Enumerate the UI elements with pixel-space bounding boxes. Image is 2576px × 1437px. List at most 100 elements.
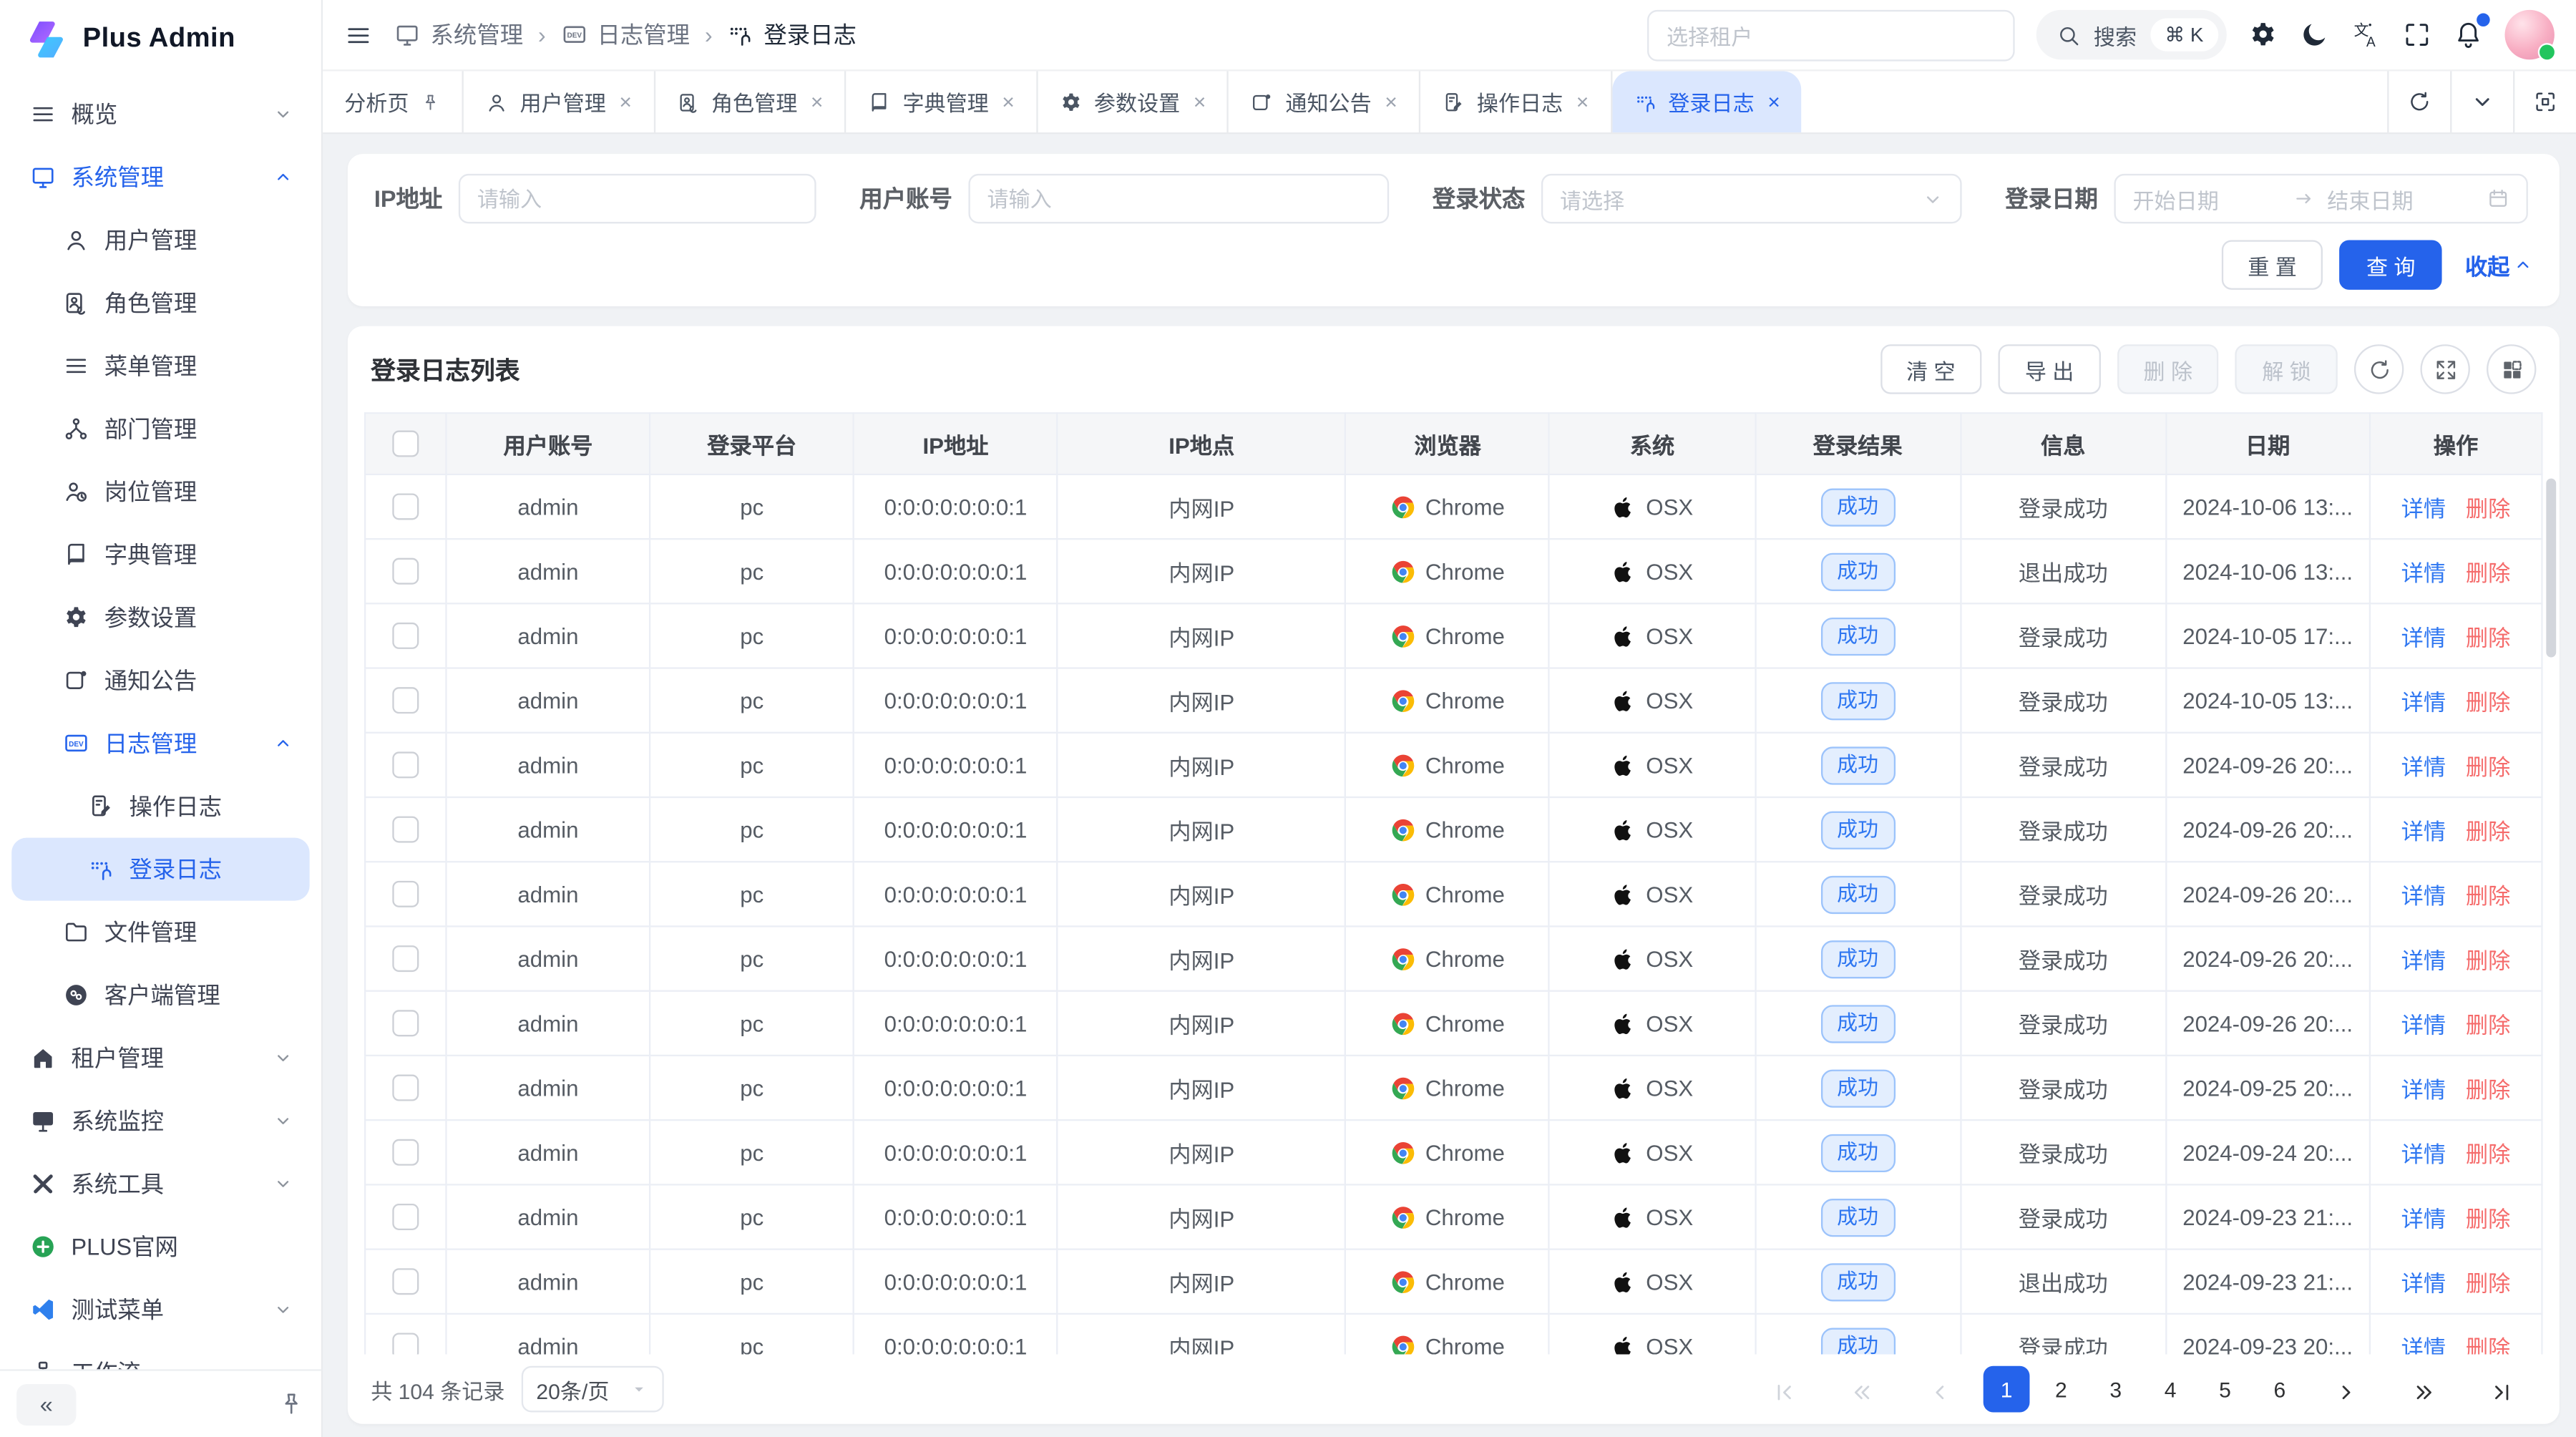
query-button[interactable]: 查 询: [2340, 240, 2442, 289]
detail-link[interactable]: 详情: [2401, 819, 2446, 844]
tab-close-icon[interactable]: ×: [1385, 89, 1397, 115]
page-button-3[interactable]: 3: [2092, 1366, 2139, 1413]
refresh-button[interactable]: [2389, 71, 2452, 132]
unlock-button[interactable]: 解 锁: [2235, 344, 2338, 394]
detail-link[interactable]: 详情: [2401, 1078, 2446, 1103]
detail-link[interactable]: 详情: [2401, 691, 2446, 716]
pager-last-button[interactable]: [2467, 1363, 2536, 1416]
reset-button[interactable]: 重 置: [2221, 240, 2323, 289]
pager-double-next-button[interactable]: [2389, 1363, 2459, 1416]
sidebar-item-dept-management[interactable]: 部门管理: [11, 397, 309, 460]
page-button-2[interactable]: 2: [2038, 1366, 2084, 1413]
tab-close-icon[interactable]: ×: [811, 89, 824, 115]
row-checkbox[interactable]: [392, 752, 419, 779]
sidebar-item-system-monitor[interactable]: 系统监控: [11, 1089, 309, 1152]
page-size-select[interactable]: 20条/页: [522, 1366, 664, 1413]
global-search-button[interactable]: 搜索 ⌘ K: [2036, 10, 2227, 59]
sidebar-item-workflow[interactable]: 工作流: [11, 1341, 309, 1369]
account-input[interactable]: [969, 174, 1390, 223]
delete-link[interactable]: 删除: [2466, 561, 2510, 586]
tab-login-log[interactable]: 登录日志×: [1612, 71, 1802, 132]
sidebar-pin-icon[interactable]: [278, 1390, 305, 1417]
delete-link[interactable]: 删除: [2466, 626, 2510, 651]
delete-link[interactable]: 删除: [2466, 1272, 2510, 1297]
pager-prev-button[interactable]: [1906, 1363, 1975, 1416]
delete-button[interactable]: 删 除: [2117, 344, 2220, 394]
hamburger-menu-icon[interactable]: [344, 21, 372, 49]
breadcrumb-item-log-management[interactable]: DEV日志管理: [561, 18, 690, 51]
row-checkbox[interactable]: [392, 946, 419, 973]
sidebar-item-tenant-management[interactable]: 租户管理: [11, 1026, 309, 1089]
sidebar-item-system-tools[interactable]: 系统工具: [11, 1152, 309, 1215]
brand[interactable]: Plus Admin: [0, 0, 321, 76]
detail-link[interactable]: 详情: [2401, 1013, 2446, 1038]
sidebar-item-plus-site[interactable]: PLUS官网: [11, 1215, 309, 1278]
sidebar-item-test-menu[interactable]: 测试菜单: [11, 1278, 309, 1341]
delete-link[interactable]: 删除: [2466, 949, 2510, 974]
tenant-select[interactable]: 选择租户: [1646, 9, 2014, 61]
row-checkbox[interactable]: [392, 688, 419, 714]
pager-first-button[interactable]: [1750, 1363, 1819, 1416]
pin-icon[interactable]: [421, 92, 441, 112]
tab-close-icon[interactable]: ×: [1194, 89, 1206, 115]
row-checkbox[interactable]: [392, 1333, 419, 1355]
sidebar-item-dict-management[interactable]: 字典管理: [11, 523, 309, 586]
table-grid-button[interactable]: [2487, 344, 2536, 394]
page-button-6[interactable]: 6: [2256, 1366, 2303, 1413]
detail-link[interactable]: 详情: [2401, 1207, 2446, 1232]
row-checkbox[interactable]: [392, 1075, 419, 1101]
table-scrollbar[interactable]: [2546, 479, 2556, 658]
export-button[interactable]: 导 出: [1999, 344, 2101, 394]
date-range-picker[interactable]: 开始日期 结束日期: [2114, 174, 2528, 223]
select-all-checkbox[interactable]: [392, 431, 419, 457]
delete-link[interactable]: 删除: [2466, 1336, 2510, 1354]
delete-link[interactable]: 删除: [2466, 819, 2510, 844]
sidebar-item-param-settings[interactable]: 参数设置: [11, 586, 309, 649]
sidebar-item-login-log[interactable]: 登录日志: [11, 838, 309, 901]
table-refresh-button[interactable]: [2354, 344, 2404, 394]
sidebar-item-file-management[interactable]: 文件管理: [11, 901, 309, 964]
fullscreen-button[interactable]: [2402, 20, 2432, 50]
sidebar-item-log-management[interactable]: DEV日志管理: [11, 712, 309, 775]
row-checkbox[interactable]: [392, 494, 419, 520]
row-checkbox[interactable]: [392, 1010, 419, 1037]
table-expand-button[interactable]: [2420, 344, 2469, 394]
ip-input[interactable]: [459, 174, 816, 223]
detail-link[interactable]: 详情: [2401, 626, 2446, 651]
page-button-5[interactable]: 5: [2202, 1366, 2248, 1413]
sidebar-item-user-management[interactable]: 用户管理: [11, 209, 309, 272]
tab-close-icon[interactable]: ×: [619, 89, 632, 115]
avatar[interactable]: [2504, 10, 2554, 59]
page-button-1[interactable]: 1: [1984, 1366, 2030, 1413]
tab-operation-log[interactable]: 操作日志×: [1420, 71, 1611, 132]
sidebar-item-notice[interactable]: 通知公告: [11, 649, 309, 712]
clear-button[interactable]: 清 空: [1880, 344, 1982, 394]
breadcrumb-item-login-log[interactable]: 登录日志: [727, 18, 856, 51]
tab-analysis[interactable]: 分析页: [323, 71, 464, 132]
tab-notice[interactable]: 通知公告×: [1229, 71, 1420, 132]
pager-double-prev-button[interactable]: [1828, 1363, 1897, 1416]
sidebar-item-operation-log[interactable]: 操作日志: [11, 775, 309, 838]
chevron-down-button[interactable]: [2451, 71, 2514, 132]
detail-link[interactable]: 详情: [2401, 1142, 2446, 1167]
tab-close-icon[interactable]: ×: [1767, 89, 1780, 115]
detail-link[interactable]: 详情: [2401, 1272, 2446, 1297]
detail-link[interactable]: 详情: [2401, 561, 2446, 586]
notifications-button[interactable]: [2454, 20, 2484, 50]
relayout-button[interactable]: [2514, 71, 2576, 132]
delete-link[interactable]: 删除: [2466, 1078, 2510, 1103]
detail-link[interactable]: 详情: [2401, 1336, 2446, 1354]
tab-close-icon[interactable]: ×: [1002, 89, 1015, 115]
gear-button[interactable]: [2248, 20, 2278, 50]
tab-param-settings[interactable]: 参数设置×: [1038, 71, 1229, 132]
delete-link[interactable]: 删除: [2466, 1207, 2510, 1232]
sidebar-item-role-management[interactable]: 角色管理: [11, 271, 309, 334]
tab-close-icon[interactable]: ×: [1576, 89, 1589, 115]
translate-button[interactable]: 文A: [2351, 20, 2381, 50]
delete-link[interactable]: 删除: [2466, 497, 2510, 522]
row-checkbox[interactable]: [392, 1139, 419, 1166]
delete-link[interactable]: 删除: [2466, 755, 2510, 780]
row-checkbox[interactable]: [392, 881, 419, 907]
detail-link[interactable]: 详情: [2401, 884, 2446, 909]
row-checkbox[interactable]: [392, 623, 419, 649]
